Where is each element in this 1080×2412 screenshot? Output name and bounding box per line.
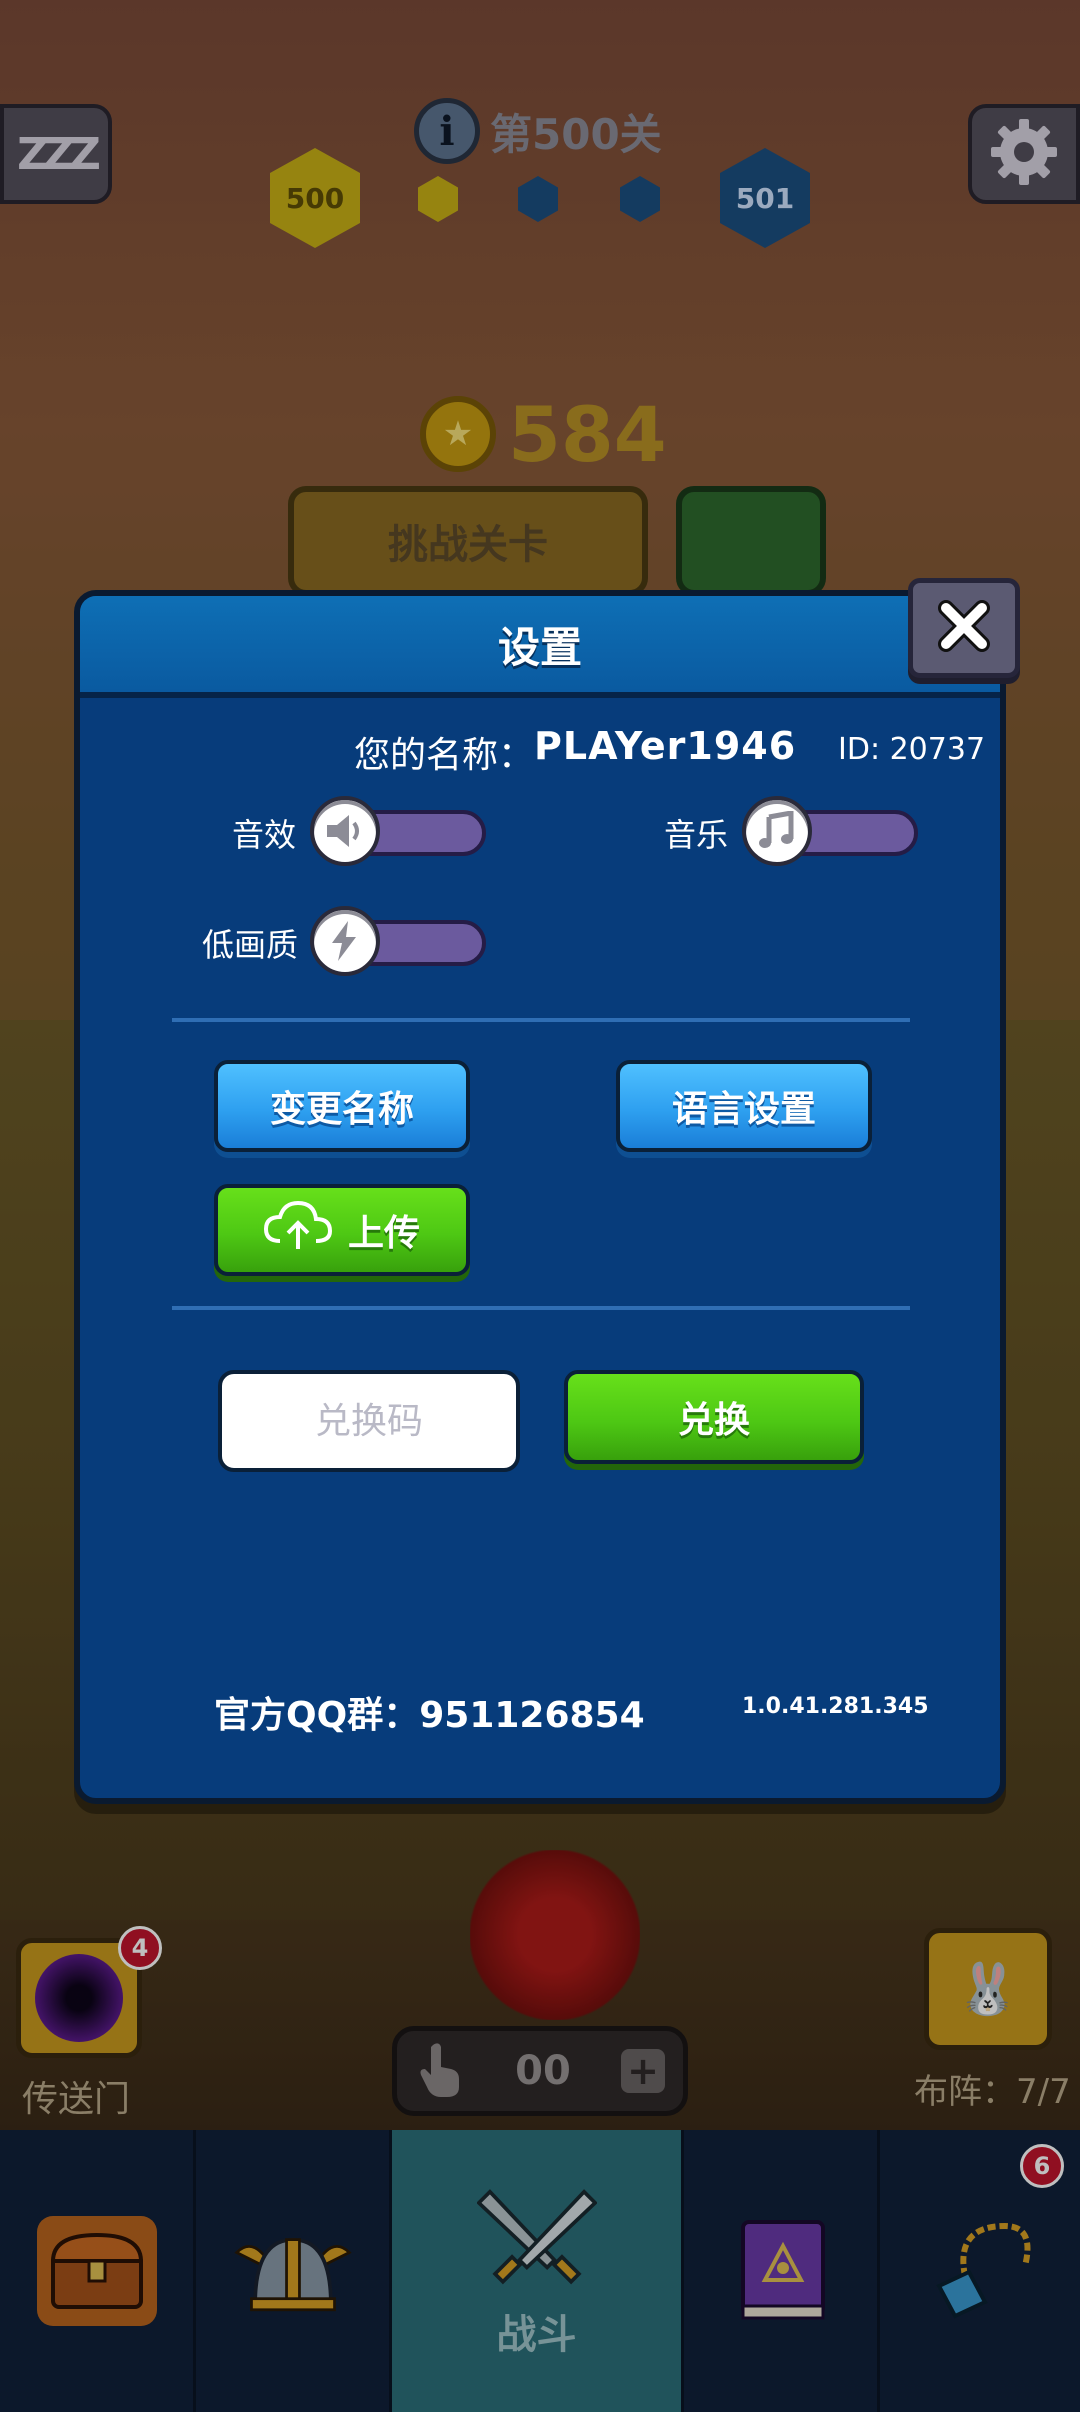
low-quality-toggle[interactable] — [310, 906, 486, 978]
settings-dialog: 设置 您的名称： PLAYer1946 ID: 20737 音效 音乐 低画质 … — [74, 590, 1006, 1804]
language-settings-label: 语言设置 — [671, 1089, 816, 1130]
sound-label: 音效 — [232, 816, 297, 854]
close-button[interactable] — [908, 578, 1020, 678]
qq-group-text: 官方QQ群：951126854 — [214, 1686, 645, 1738]
dialog-header: 设置 — [80, 596, 1000, 698]
music-note-icon — [742, 796, 812, 866]
music-label: 音乐 — [664, 816, 729, 854]
upload-label: 上传 — [347, 1213, 420, 1254]
dialog-title: 设置 — [497, 622, 582, 672]
sound-toggle[interactable] — [310, 796, 486, 868]
low-quality-label: 低画质 — [202, 926, 299, 964]
qq-group-number: 951126854 — [419, 1695, 645, 1736]
redeem-code-input[interactable] — [218, 1370, 520, 1472]
player-name-value: PLAYer1946 — [534, 724, 797, 768]
change-name-label: 变更名称 — [269, 1089, 414, 1130]
close-icon — [936, 598, 992, 658]
lightning-icon — [310, 906, 380, 976]
divider-1 — [172, 1018, 910, 1022]
redeem-button[interactable]: 兑换 — [564, 1370, 864, 1464]
speaker-icon — [310, 796, 380, 866]
divider-2 — [172, 1306, 910, 1310]
player-name-label: 您的名称： — [354, 735, 535, 776]
upload-button[interactable]: 上传 — [214, 1184, 470, 1276]
change-name-button[interactable]: 变更名称 — [214, 1060, 470, 1152]
qq-group-label: 官方QQ群： — [214, 1695, 420, 1736]
redeem-label: 兑换 — [677, 1400, 750, 1441]
version-text: 1.0.41.281.345 — [742, 1694, 929, 1719]
language-settings-button[interactable]: 语言设置 — [616, 1060, 872, 1152]
player-id: ID: 20737 — [838, 732, 986, 767]
music-toggle[interactable] — [742, 796, 918, 868]
cloud-upload-icon — [263, 1200, 332, 1260]
